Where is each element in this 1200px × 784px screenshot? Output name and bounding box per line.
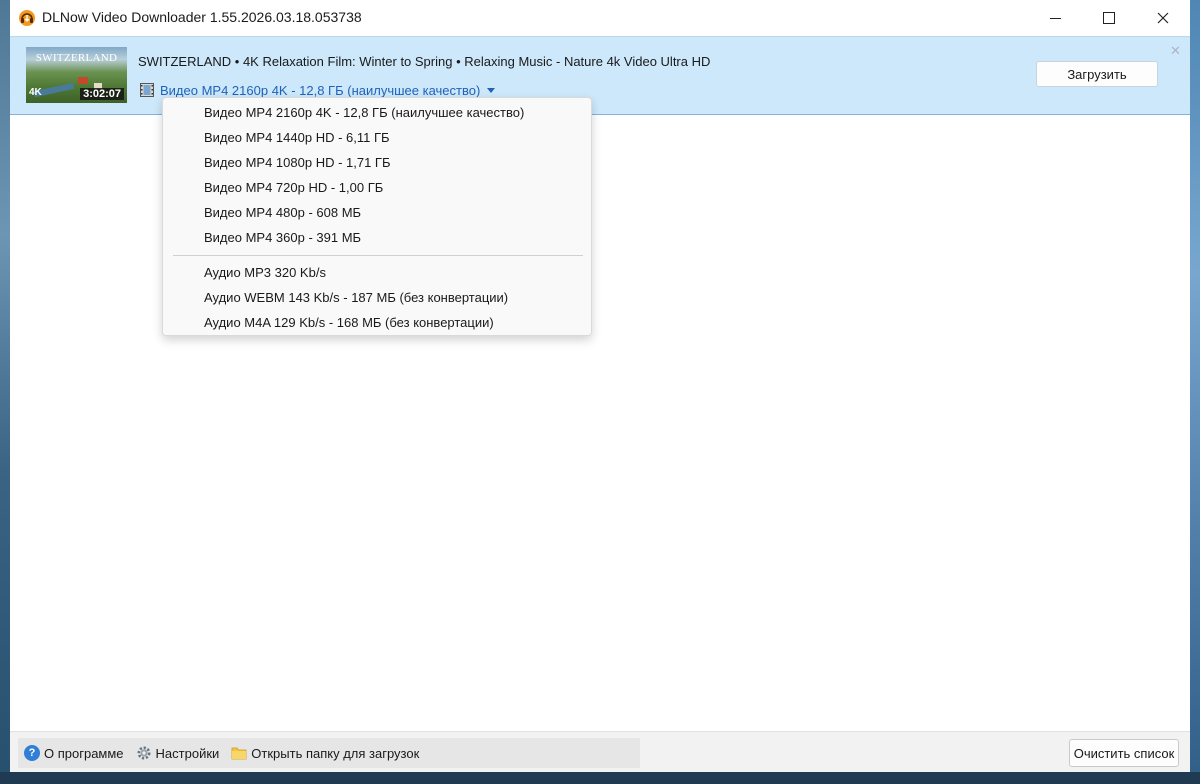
maximize-icon <box>1103 12 1115 24</box>
menu-item-audio-m4a[interactable]: Аудио M4A 129 Kb/s - 168 МБ (без конверт… <box>204 313 494 333</box>
folder-icon <box>231 747 247 760</box>
thumbnail-4k-badge: 4K <box>29 87 42 98</box>
video-thumbnail[interactable]: SWITZERLAND 4K 3:02:07 <box>26 47 127 103</box>
about-label: О программе <box>44 745 124 761</box>
help-icon: ? <box>24 745 40 761</box>
thumbnail-house <box>78 77 88 84</box>
video-duration: 3:02:07 <box>80 88 124 100</box>
film-icon <box>140 83 154 97</box>
menu-item-audio-mp3[interactable]: Аудио MP3 320 Kb/s <box>204 263 326 283</box>
settings-label: Настройки <box>155 745 220 761</box>
chevron-down-icon[interactable] <box>487 87 496 93</box>
window-title: DLNow Video Downloader 1.55.2026.03.18.0… <box>42 9 362 25</box>
minimize-icon <box>1049 17 1061 19</box>
thumbnail-title: SWITZERLAND <box>35 52 118 64</box>
maximize-button[interactable] <box>1082 0 1136 36</box>
about-button[interactable]: ? О программе <box>24 738 124 768</box>
open-folder-button[interactable]: Открыть папку для загрузок <box>231 738 419 768</box>
close-button[interactable] <box>1136 0 1190 36</box>
menu-item-video-360p[interactable]: Видео MP4 360p - 391 МБ <box>204 228 361 248</box>
selected-format[interactable]: Видео MP4 2160p 4K - 12,8 ГБ (наилучшее … <box>160 83 480 98</box>
bottom-toolbar: ? О программе Настройки Открыть папку дл… <box>18 738 640 768</box>
menu-separator <box>173 255 583 256</box>
app-window: DLNow Video Downloader 1.55.2026.03.18.0… <box>10 0 1190 772</box>
clear-list-button[interactable]: Очистить список <box>1069 739 1179 767</box>
app-logo-icon <box>19 10 35 26</box>
gear-icon <box>137 746 151 760</box>
menu-item-video-1080p[interactable]: Видео MP4 1080p HD - 1,71 ГБ <box>204 153 391 173</box>
open-folder-label: Открыть папку для загрузок <box>251 745 420 761</box>
video-title: SWITZERLAND • 4K Relaxation Film: Winter… <box>138 54 711 69</box>
menu-item-video-2160p[interactable]: Видео MP4 2160p 4K - 12,8 ГБ (наилучшее … <box>204 103 524 123</box>
close-icon <box>1157 12 1169 24</box>
bottom-bar: ? О программе Настройки Открыть папку дл… <box>10 731 1190 772</box>
menu-item-video-720p[interactable]: Видео MP4 720p HD - 1,00 ГБ <box>204 178 383 198</box>
download-button[interactable]: Загрузить <box>1036 61 1158 87</box>
menu-item-video-480p[interactable]: Видео MP4 480p - 608 МБ <box>204 203 361 223</box>
dismiss-item-icon[interactable]: ✕ <box>1170 43 1181 59</box>
menu-item-video-1440p[interactable]: Видео MP4 1440p HD - 6,11 ГБ <box>204 128 390 148</box>
format-dropdown-menu: Видео MP4 2160p 4K - 12,8 ГБ (наилучшее … <box>162 97 592 336</box>
settings-button[interactable]: Настройки <box>136 738 220 768</box>
desktop-background-right <box>1190 0 1200 784</box>
taskbar <box>0 772 1200 784</box>
desktop-background-left <box>0 0 10 784</box>
minimize-button[interactable] <box>1028 0 1082 36</box>
menu-item-audio-webm[interactable]: Аудио WEBM 143 Kb/s - 187 МБ (без конвер… <box>204 288 508 308</box>
title-bar: DLNow Video Downloader 1.55.2026.03.18.0… <box>10 0 1190 36</box>
